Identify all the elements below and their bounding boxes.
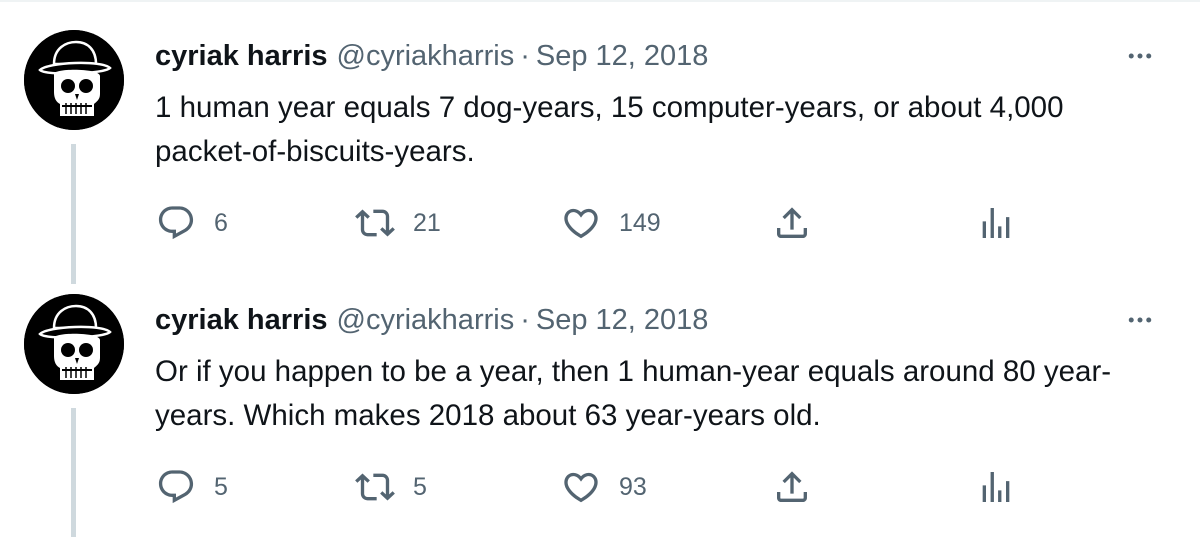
tweet-header: cyriak harris @cyriakharris · Sep 12, 20… [155,38,708,74]
more-options-button[interactable] [1122,38,1158,74]
avatar[interactable] [24,30,124,130]
tweet-header: cyriak harris @cyriakharris · Sep 12, 20… [155,302,708,338]
avatar[interactable] [24,294,124,394]
tweet-actions: 5 5 93 [0,465,1200,509]
separator-dot: · [520,40,530,72]
author-handle[interactable]: @cyriakharris [337,302,515,338]
heart-icon [564,472,598,503]
more-options-button[interactable] [1122,302,1158,338]
like-count: 93 [619,472,647,501]
author-handle[interactable]: @cyriakharris [337,38,515,74]
retweet-button[interactable]: 5 [355,465,427,509]
reply-count: 5 [214,472,228,501]
tweet-actions: 6 21 149 [0,201,1200,245]
share-button[interactable] [772,465,812,509]
top-divider [0,0,1200,2]
tweet-text: 1 human year equals 7 dog-years, 15 comp… [155,91,1064,168]
reply-button[interactable]: 6 [156,201,228,245]
tweet-date[interactable]: Sep 12, 2018 [536,38,709,74]
like-button[interactable]: 93 [561,465,647,509]
tweet[interactable]: cyriak harris @cyriakharris · Sep 12, 20… [0,10,1200,272]
tweet[interactable]: cyriak harris @cyriakharris · Sep 12, 20… [0,274,1200,536]
reply-count: 6 [214,208,228,237]
skull-bowler-hat-avatar-icon [24,30,124,130]
like-count: 149 [619,208,661,237]
like-button[interactable]: 149 [561,201,661,245]
retweet-count: 21 [413,208,441,237]
skull-bowler-hat-avatar-icon [24,294,124,394]
retweet-icon [355,209,395,237]
separator-dot: · [520,304,530,336]
share-icon [777,471,807,502]
share-button[interactable] [772,201,812,245]
stats-icon [982,472,1010,502]
stats-button[interactable] [976,201,1016,245]
reply-icon [158,206,194,240]
tweet-thread: cyriak harris @cyriakharris · Sep 12, 20… [0,0,1200,537]
stats-icon [982,208,1010,238]
retweet-button[interactable]: 21 [355,201,441,245]
tweet-text: Or if you happen to be a year, then 1 hu… [155,355,1112,432]
author-name[interactable]: cyriak harris [155,38,328,74]
tweet-date[interactable]: Sep 12, 2018 [536,302,709,338]
reply-button[interactable]: 5 [156,465,228,509]
retweet-icon [355,473,395,501]
more-icon [1128,317,1152,323]
heart-icon [564,208,598,239]
more-icon [1128,53,1152,59]
author-name[interactable]: cyriak harris [155,302,328,338]
stats-button[interactable] [976,465,1016,509]
retweet-count: 5 [413,472,427,501]
share-icon [777,207,807,238]
reply-icon [158,470,194,504]
